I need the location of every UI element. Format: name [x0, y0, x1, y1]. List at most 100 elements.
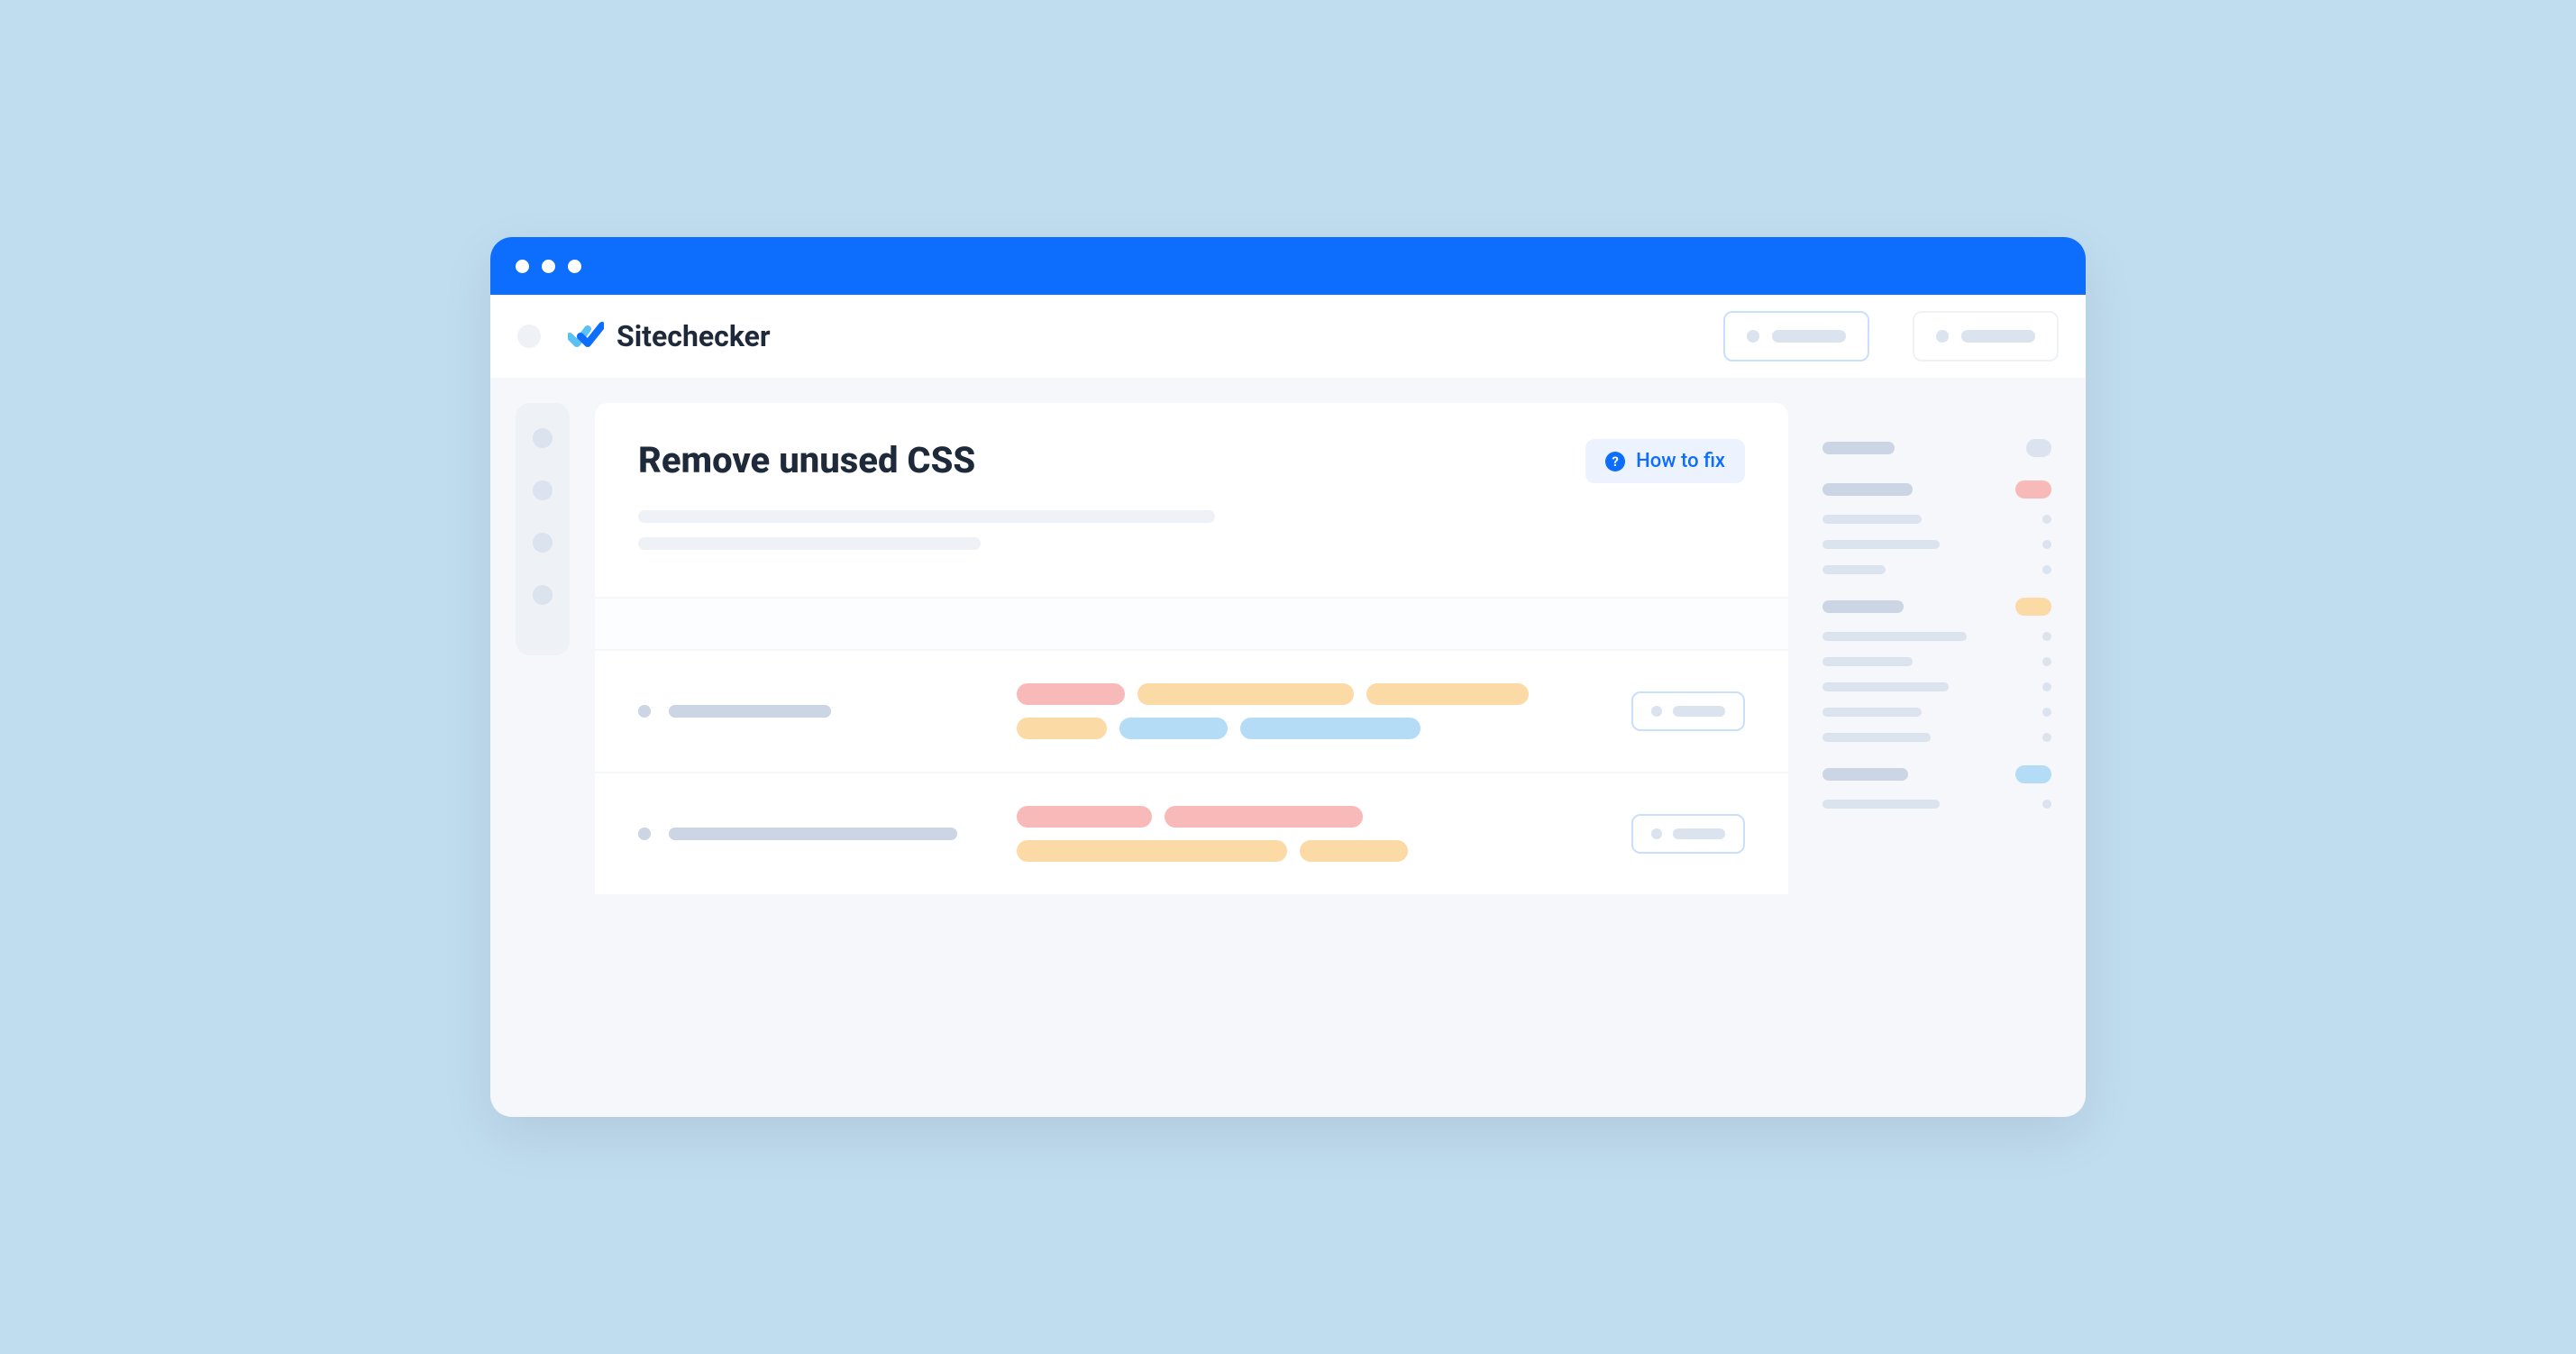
summary-item-label [1822, 800, 1940, 809]
tag-pill[interactable] [1119, 718, 1228, 739]
summary-item-label [1822, 708, 1922, 717]
sidebar-item[interactable] [533, 480, 553, 500]
count-badge [2015, 765, 2051, 783]
tag-list [1017, 806, 1595, 862]
card-description [595, 510, 1788, 597]
summary-item[interactable] [1822, 515, 2051, 524]
bullet-icon [638, 705, 651, 718]
tag-list [1017, 683, 1595, 739]
tag-pill[interactable] [1165, 806, 1363, 828]
summary-group [1822, 598, 2051, 742]
window-titlebar [490, 237, 2086, 295]
summary-group [1822, 439, 2051, 457]
placeholder-text [638, 510, 1215, 523]
summary-item-label [1822, 657, 1913, 666]
tag-pill[interactable] [1137, 683, 1354, 705]
summary-item[interactable] [1822, 682, 2051, 691]
issue-row[interactable] [595, 773, 1788, 896]
how-to-fix-button[interactable]: ? How to fix [1585, 439, 1745, 483]
minimize-icon[interactable] [542, 260, 555, 273]
placeholder-icon [1651, 706, 1662, 717]
summary-item-count [2042, 565, 2051, 574]
summary-item-count [2042, 733, 2051, 742]
summary-item-count [2042, 657, 2051, 666]
count-badge [2015, 598, 2051, 616]
sidebar-item[interactable] [533, 585, 553, 605]
summary-panel [1788, 403, 2086, 1117]
summary-header[interactable] [1822, 480, 2051, 499]
summary-item-count [2042, 682, 2051, 691]
placeholder-icon [1747, 330, 1759, 343]
brand-name: Sitechecker [617, 319, 771, 353]
help-icon: ? [1605, 452, 1625, 471]
summary-title [1822, 768, 1908, 781]
issue-row[interactable] [595, 651, 1788, 773]
summary-item[interactable] [1822, 708, 2051, 717]
summary-title [1822, 442, 1895, 454]
placeholder-text [638, 537, 981, 550]
header-secondary-button[interactable] [1913, 311, 2059, 361]
tag-pill[interactable] [1300, 840, 1408, 862]
summary-item-count [2042, 632, 2051, 641]
summary-item-count [2042, 800, 2051, 809]
summary-item-label [1822, 682, 1949, 691]
sidebar-item[interactable] [533, 533, 553, 553]
tag-pill[interactable] [1366, 683, 1529, 705]
summary-item[interactable] [1822, 800, 2051, 809]
summary-item[interactable] [1822, 565, 2051, 574]
placeholder-text [1961, 330, 2035, 343]
tag-pill[interactable] [1017, 683, 1125, 705]
summary-item[interactable] [1822, 657, 2051, 666]
summary-item[interactable] [1822, 540, 2051, 549]
placeholder-text [1772, 330, 1846, 343]
menu-icon[interactable] [517, 325, 541, 348]
row-action-button[interactable] [1631, 814, 1745, 854]
summary-item-label [1822, 515, 1922, 524]
placeholder-icon [1651, 828, 1662, 839]
placeholder-text [1673, 828, 1725, 839]
table-header-row [595, 597, 1788, 651]
app-header: Sitechecker [490, 295, 2086, 378]
traffic-lights [516, 260, 581, 273]
content-area: Remove unused CSS ? How to fix [595, 403, 2086, 1117]
row-label-area [638, 828, 981, 840]
card-header: Remove unused CSS ? How to fix [595, 403, 1788, 510]
summary-group [1822, 480, 2051, 574]
row-label [669, 828, 957, 840]
summary-header[interactable] [1822, 439, 2051, 457]
check-icon [568, 322, 604, 351]
header-primary-button[interactable] [1723, 311, 1869, 361]
sidebar-item[interactable] [533, 428, 553, 448]
summary-item-count [2042, 540, 2051, 549]
summary-item-label [1822, 733, 1931, 742]
summary-item[interactable] [1822, 733, 2051, 742]
summary-item-label [1822, 632, 1967, 641]
tag-pill[interactable] [1017, 806, 1152, 828]
main-panel: Remove unused CSS ? How to fix [595, 403, 1788, 1117]
maximize-icon[interactable] [568, 260, 581, 273]
summary-item-count [2042, 515, 2051, 524]
count-badge [2015, 480, 2051, 499]
summary-header[interactable] [1822, 765, 2051, 783]
bullet-icon [638, 828, 651, 840]
count-badge [2026, 439, 2051, 457]
summary-item-label [1822, 565, 1886, 574]
summary-item[interactable] [1822, 632, 2051, 641]
placeholder-icon [1936, 330, 1949, 343]
tag-pill[interactable] [1017, 718, 1107, 739]
summary-item-count [2042, 708, 2051, 717]
brand-logo[interactable]: Sitechecker [568, 319, 771, 353]
how-to-fix-label: How to fix [1636, 450, 1725, 472]
row-label-area [638, 705, 981, 718]
summary-header[interactable] [1822, 598, 2051, 616]
placeholder-text [1673, 706, 1725, 717]
row-action-button[interactable] [1631, 691, 1745, 731]
page-title: Remove unused CSS [638, 439, 975, 481]
close-icon[interactable] [516, 260, 529, 273]
issue-card: Remove unused CSS ? How to fix [595, 403, 1788, 896]
summary-group [1822, 765, 2051, 809]
tag-pill[interactable] [1240, 718, 1420, 739]
summary-title [1822, 600, 1904, 613]
tag-pill[interactable] [1017, 840, 1287, 862]
app-body: Remove unused CSS ? How to fix [490, 378, 2086, 1117]
